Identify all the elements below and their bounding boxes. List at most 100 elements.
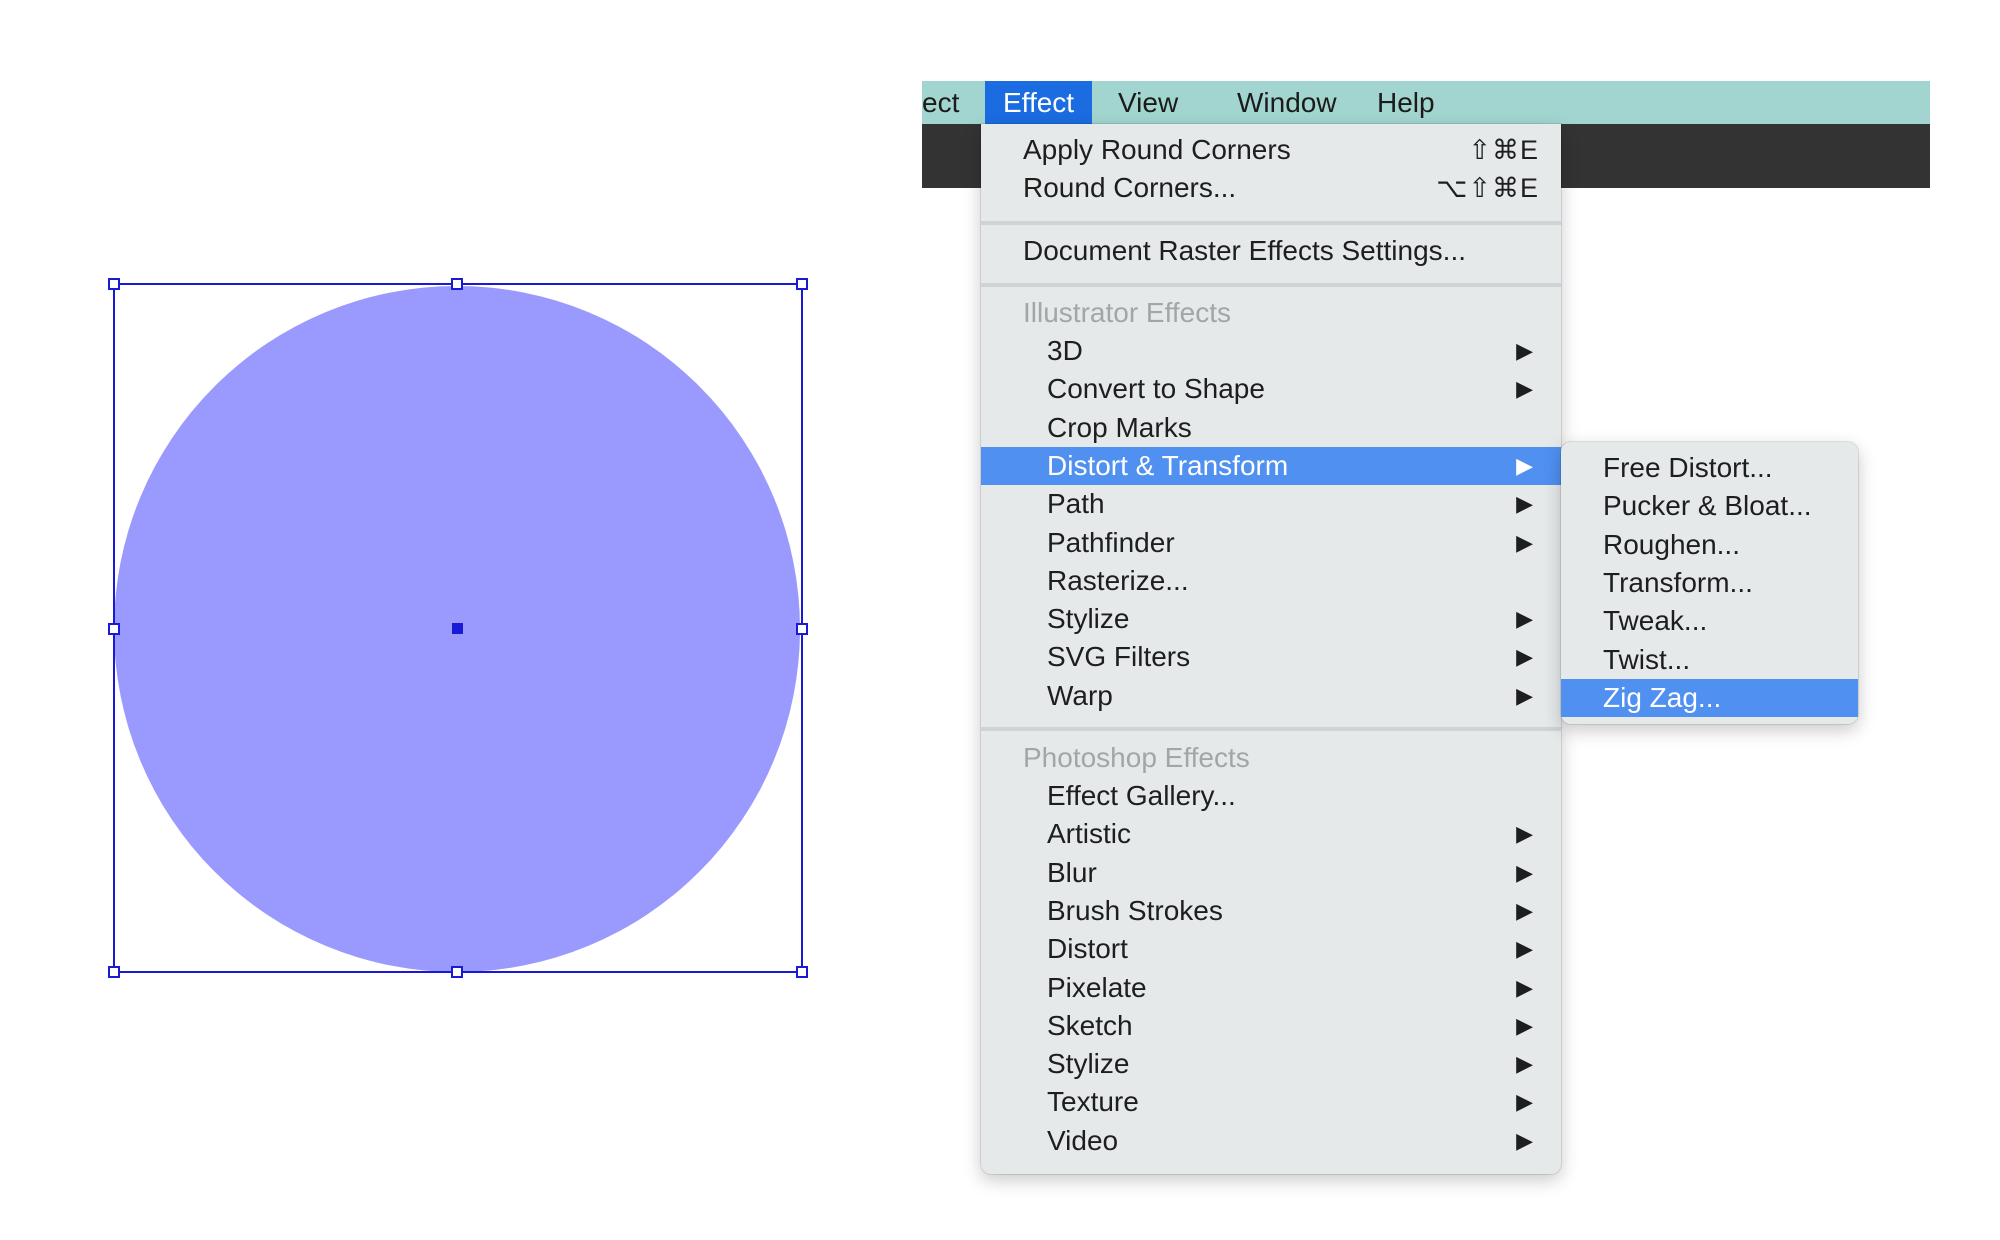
menu-help[interactable]: Help xyxy=(1359,81,1453,124)
menu-item-distort[interactable]: Distort ▶ xyxy=(981,930,1561,968)
menu-item-label: Rasterize... xyxy=(1047,564,1189,596)
menu-item-artistic[interactable]: Artistic ▶ xyxy=(981,815,1561,853)
submenu-item-pucker-and-bloat[interactable]: Pucker & Bloat... xyxy=(1561,487,1858,525)
menu-item-crop-marks[interactable]: Crop Marks xyxy=(981,409,1561,447)
artboard[interactable] xyxy=(0,0,880,1000)
menu-item-label: Free Distort... xyxy=(1603,452,1773,483)
menu-item-label: Roughen... xyxy=(1603,528,1740,560)
menu-bar: ect Effect View Window Help xyxy=(922,81,1930,124)
resize-handle-right[interactable] xyxy=(796,623,808,635)
menu-object[interactable]: ect xyxy=(922,81,977,124)
resize-handle-bottom-left[interactable] xyxy=(108,966,120,978)
menu-window[interactable]: Window xyxy=(1219,81,1355,124)
menu-item-label: Pucker & Bloat... xyxy=(1603,490,1812,522)
menu-item-label: Document Raster Effects Settings... xyxy=(1023,235,1467,266)
center-point xyxy=(452,623,463,634)
photoshop-effects-header: Photoshop Effects xyxy=(981,739,1561,777)
section-header-label: Illustrator Effects xyxy=(1023,297,1232,328)
menu-separator xyxy=(981,727,1561,731)
menu-item-label: Twist... xyxy=(1603,643,1691,675)
menu-item-label: Apply Round Corners xyxy=(1023,134,1291,165)
menu-item-label: 3D xyxy=(1047,335,1083,366)
shortcut-label: ⇧⌘E xyxy=(1468,135,1539,165)
submenu-item-free-distort[interactable]: Free Distort... xyxy=(1561,449,1858,487)
submenu-item-tweak[interactable]: Tweak... xyxy=(1561,602,1858,640)
submenu-arrow-icon: ▶ xyxy=(1516,897,1533,923)
submenu-item-transform[interactable]: Transform... xyxy=(1561,564,1858,602)
menu-item-effect-gallery[interactable]: Effect Gallery... xyxy=(981,777,1561,815)
menu-item-pathfinder[interactable]: Pathfinder ▶ xyxy=(981,524,1561,562)
menu-item-distort-and-transform[interactable]: Distort & Transform ▶ xyxy=(981,446,1561,485)
resize-handle-left[interactable] xyxy=(108,623,120,635)
submenu-arrow-icon: ▶ xyxy=(1516,974,1533,1000)
menu-item-label: SVG Filters xyxy=(1047,641,1191,673)
menu-item-pixelate[interactable]: Pixelate ▶ xyxy=(981,969,1561,1007)
menu-item-apply-round-corners[interactable]: Apply Round Corners ⇧⌘E xyxy=(981,131,1561,169)
menu-item-label: Round Corners... xyxy=(1023,172,1237,203)
menu-item-label: Warp xyxy=(1047,679,1113,711)
menu-item-convert-to-shape[interactable]: Convert to Shape ▶ xyxy=(981,370,1561,408)
submenu-arrow-icon: ▶ xyxy=(1516,682,1533,708)
menu-item-label: Pixelate xyxy=(1047,971,1147,1003)
submenu-arrow-icon: ▶ xyxy=(1516,529,1533,555)
resize-handle-bottom-right[interactable] xyxy=(796,966,808,978)
submenu-arrow-icon: ▶ xyxy=(1516,376,1533,402)
menu-item-label: Video xyxy=(1047,1124,1119,1156)
submenu-arrow-icon: ▶ xyxy=(1516,1012,1533,1038)
menu-item-label: Path xyxy=(1047,488,1105,520)
menu-item-label: Crop Marks xyxy=(1047,411,1192,443)
menu-item-label: Transform... xyxy=(1603,566,1753,598)
resize-handle-top-left[interactable] xyxy=(108,278,120,290)
distort-transform-submenu: Free Distort... Pucker & Bloat... Roughen.… xyxy=(1561,442,1858,724)
menu-item-texture[interactable]: Texture ▶ xyxy=(981,1083,1561,1121)
menu-separator xyxy=(981,221,1561,225)
resize-handle-top[interactable] xyxy=(451,278,463,290)
submenu-arrow-icon: ▶ xyxy=(1516,606,1533,632)
menu-item-label: Texture xyxy=(1047,1086,1139,1118)
submenu-arrow-icon: ▶ xyxy=(1516,491,1533,517)
menu-item-label: Artistic xyxy=(1047,818,1131,850)
menu-item-path[interactable]: Path ▶ xyxy=(981,485,1561,523)
menu-item-document-raster-effects-settings[interactable]: Document Raster Effects Settings... xyxy=(981,232,1561,270)
menu-item-sketch[interactable]: Sketch ▶ xyxy=(981,1007,1561,1045)
menu-item-stylize[interactable]: Stylize ▶ xyxy=(981,1045,1561,1083)
menu-item-label: Pathfinder xyxy=(1047,526,1175,558)
menu-separator xyxy=(981,283,1561,287)
menu-item-warp[interactable]: Warp ▶ xyxy=(981,677,1561,715)
menu-item-rasterize[interactable]: Rasterize... xyxy=(981,562,1561,600)
shortcut-label: ⌥⇧⌘E xyxy=(1436,173,1539,203)
menu-item-label: Distort & Transform xyxy=(1047,449,1289,481)
menu-item-stylize[interactable]: Stylize ▶ xyxy=(981,600,1561,638)
menu-item-label: Tweak... xyxy=(1603,605,1708,637)
menu-item-blur[interactable]: Blur ▶ xyxy=(981,854,1561,892)
submenu-arrow-icon: ▶ xyxy=(1516,936,1533,962)
menu-item-3d[interactable]: 3D ▶ xyxy=(981,332,1561,370)
resize-handle-bottom[interactable] xyxy=(451,966,463,978)
menu-item-label: Distort xyxy=(1047,933,1128,965)
submenu-arrow-icon: ▶ xyxy=(1516,821,1533,847)
submenu-arrow-icon: ▶ xyxy=(1516,452,1533,478)
submenu-arrow-icon: ▶ xyxy=(1516,338,1533,363)
submenu-arrow-icon: ▶ xyxy=(1516,1051,1533,1077)
menu-item-label: Stylize xyxy=(1047,603,1130,635)
menu-item-label: Effect Gallery... xyxy=(1047,780,1236,811)
submenu-arrow-icon: ▶ xyxy=(1516,859,1533,885)
submenu-item-twist[interactable]: Twist... xyxy=(1561,641,1858,679)
menu-item-label: Sketch xyxy=(1047,1009,1133,1041)
menu-item-video[interactable]: Video ▶ xyxy=(981,1122,1561,1160)
illustrator-effects-header: Illustrator Effects xyxy=(981,294,1561,332)
menu-item-label: Blur xyxy=(1047,856,1097,888)
resize-handle-top-right[interactable] xyxy=(796,278,808,290)
menu-effect[interactable]: Effect xyxy=(985,81,1093,124)
menu-item-round-corners[interactable]: Round Corners... ⌥⇧⌘E xyxy=(981,169,1561,207)
submenu-arrow-icon: ▶ xyxy=(1516,1089,1533,1115)
submenu-item-roughen[interactable]: Roughen... xyxy=(1561,526,1858,564)
effect-menu: Apply Round Corners ⇧⌘E Round Corners...… xyxy=(981,124,1561,1174)
menu-item-label: Zig Zag... xyxy=(1603,681,1722,713)
submenu-arrow-icon: ▶ xyxy=(1516,1127,1533,1153)
menu-item-brush-strokes[interactable]: Brush Strokes ▶ xyxy=(981,892,1561,930)
menu-item-svg-filters[interactable]: SVG Filters ▶ xyxy=(981,638,1561,676)
submenu-arrow-icon: ▶ xyxy=(1516,644,1533,670)
menu-view[interactable]: View xyxy=(1100,81,1196,124)
submenu-item-zig-zag[interactable]: Zig Zag... xyxy=(1561,678,1858,717)
